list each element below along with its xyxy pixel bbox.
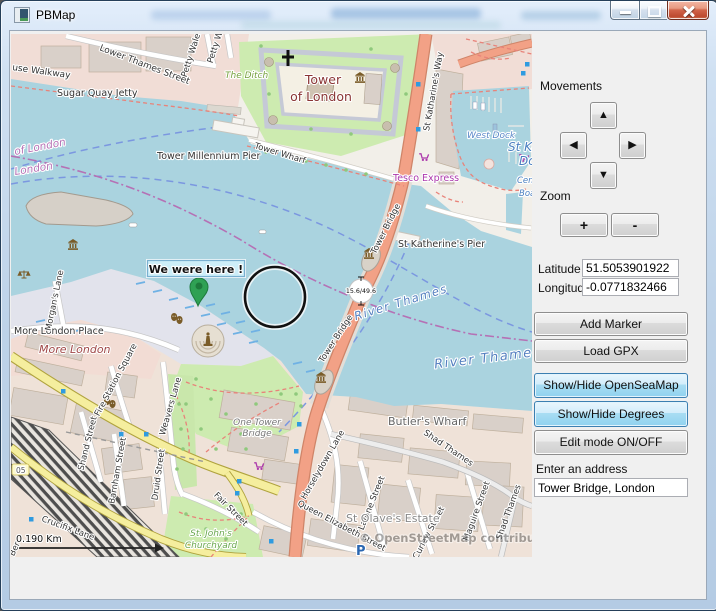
map-label-more-london-place: More London Place [14, 326, 104, 337]
move-up-button[interactable]: ▲ [590, 102, 617, 129]
toggle-degrees-button[interactable]: Show/Hide Degrees [534, 401, 688, 427]
map-label-tower-millennium-pier: Tower Millennium Pier [156, 151, 260, 162]
address-input[interactable] [534, 478, 688, 497]
map-canvas[interactable]: use WalkwayLower Thames StreetPetty Wale… [11, 34, 532, 557]
aero-glass-blur [151, 10, 271, 20]
map-label-boa-partial: Boa [519, 189, 532, 199]
map-label-scale-text: 0.190 Km [16, 534, 62, 545]
movements-label: Movements [540, 79, 602, 93]
load-gpx-button[interactable]: Load GPX [534, 339, 688, 363]
app-window-icon [14, 7, 30, 23]
map-label-road-ref: 05 [16, 466, 26, 475]
minimize-icon [620, 11, 631, 14]
maximize-icon [648, 6, 661, 17]
map-label-st-johns-1: St. John's [190, 529, 232, 539]
map-label-tower-of-london-1: Tower [304, 72, 342, 87]
zoom-label: Zoom [540, 189, 571, 203]
map-label-tesco-express: Tesco Express [392, 173, 459, 184]
zoom-in-button[interactable]: + [560, 213, 608, 237]
latitude-label: Latitude [538, 262, 581, 276]
aero-glass-blur [241, 21, 501, 29]
map-label-st-johns-2: Churchyard [185, 541, 238, 551]
city-hall [192, 325, 224, 357]
map-label-sugar-quay-jetty: Sugar Quay Jetty [57, 88, 138, 99]
map-label-st-katherines-pier: St Katherine's Pier [398, 239, 485, 250]
caption-buttons [610, 1, 709, 20]
map-label-the-ditch: The Ditch [225, 71, 269, 81]
map-label-one-tower-bridge-2: Bridge [242, 429, 272, 439]
address-label: Enter an address [536, 462, 627, 476]
map-label-parking: P [356, 544, 366, 557]
map-label-cen-partial: Cen [517, 176, 532, 186]
close-button[interactable] [667, 1, 709, 20]
move-down-button[interactable]: ▼ [590, 162, 617, 189]
latitude-input[interactable] [582, 259, 679, 277]
map-label-marker-tooltip: We were here ! [149, 263, 243, 276]
map-label-more-london: More London [39, 343, 111, 356]
window-title: PBMap [36, 8, 75, 22]
move-left-button[interactable]: ◀ [560, 132, 587, 159]
map-label-st-olaves-estate: St Olave's Estate [346, 512, 440, 525]
map-label-tower-of-london-2: of London [290, 89, 352, 104]
map-label-one-tower-bridge-1: One Tower [233, 418, 282, 428]
move-right-button[interactable]: ▶ [619, 132, 646, 159]
minimize-button[interactable] [610, 1, 640, 20]
add-marker-button[interactable]: Add Marker [534, 312, 688, 336]
app-window: PBMap [0, 0, 716, 611]
aero-glass-blur [331, 8, 481, 19]
map-label-butlers-wharf: Butler's Wharf [388, 415, 468, 428]
edit-mode-button[interactable]: Edit mode ON/OFF [534, 430, 688, 455]
map-label-bridge-clearance: 15.6/49.6 [346, 288, 376, 295]
map-label-osm-attribution: © OpenStreetMap contributors [359, 531, 532, 545]
toggle-openseamap-button[interactable]: Show/Hide OpenSeaMap [534, 373, 688, 398]
maximize-button[interactable] [640, 1, 667, 20]
map-label-st-katharine-docks-2: Doc [519, 154, 532, 168]
map-label-st-katharine-docks-1: St Kath [508, 140, 532, 154]
longitude-input[interactable] [582, 278, 679, 296]
zoom-out-button[interactable]: - [611, 213, 659, 237]
aero-glass-blur [521, 11, 601, 20]
